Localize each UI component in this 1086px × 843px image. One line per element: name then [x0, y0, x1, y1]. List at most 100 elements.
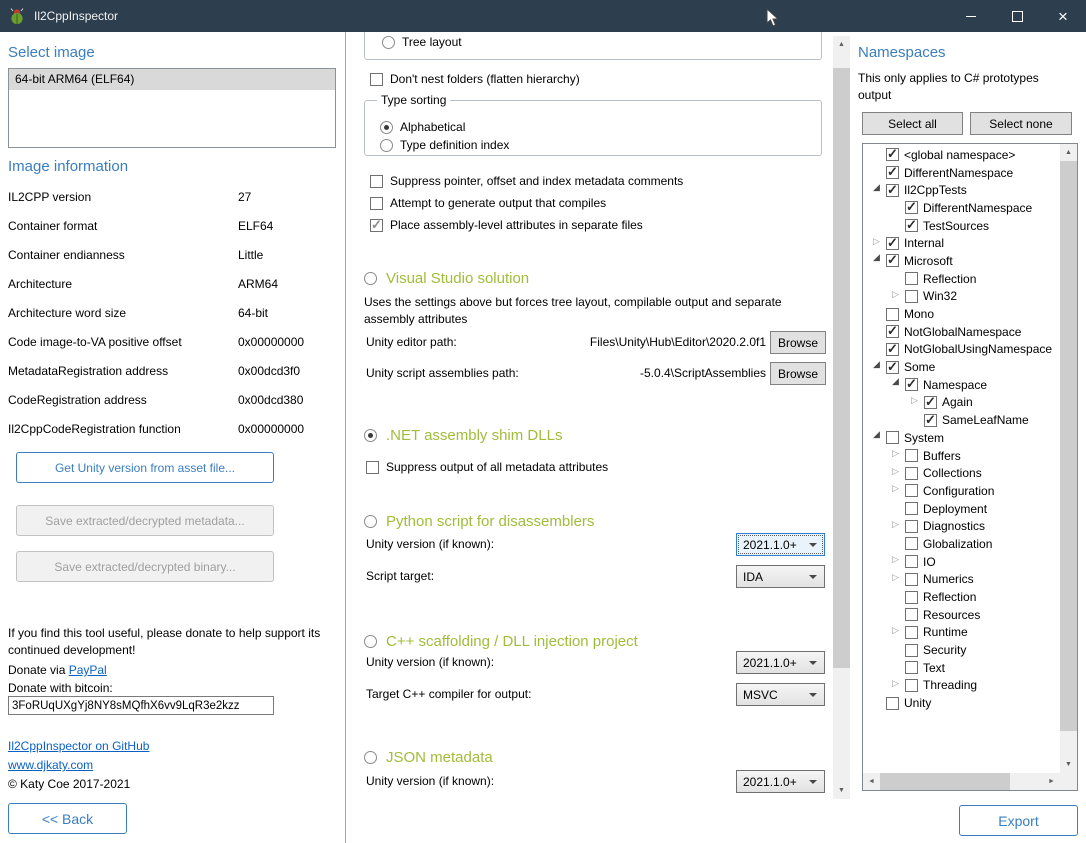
collapsed-expander-icon[interactable]: [872, 237, 886, 250]
namespace-checkbox[interactable]: [905, 661, 918, 674]
json-metadata-radio-row[interactable]: JSON metadata: [364, 749, 493, 766]
tree-item-runtime[interactable]: Runtime: [864, 624, 1059, 642]
scroll-right-icon[interactable]: [1043, 773, 1060, 790]
expanded-expander-icon[interactable]: [872, 361, 886, 374]
browse-editor-path-button[interactable]: Browse: [770, 331, 826, 354]
compilable-output-checkbox-row[interactable]: Attempt to generate output that compiles: [370, 196, 606, 210]
checkbox-icon[interactable]: [370, 73, 383, 86]
tree-item-win32[interactable]: Win32: [864, 288, 1059, 306]
collapsed-expander-icon[interactable]: [891, 679, 905, 692]
namespace-checkbox[interactable]: [886, 343, 899, 356]
bitcoin-address-input[interactable]: [8, 696, 274, 715]
paypal-link[interactable]: PayPal: [69, 663, 107, 677]
namespace-checkbox[interactable]: [886, 697, 899, 710]
tree-item-text[interactable]: Text: [864, 659, 1059, 677]
radio-icon[interactable]: [380, 121, 393, 134]
tree-item-collections[interactable]: Collections: [864, 464, 1059, 482]
collapsed-expander-icon[interactable]: [891, 467, 905, 480]
unity-version-combo[interactable]: 2021.1.0+: [736, 770, 825, 793]
namespace-checkbox[interactable]: [905, 644, 918, 657]
radio-icon[interactable]: [364, 272, 377, 285]
namespace-checkbox[interactable]: [924, 414, 937, 427]
scroll-up-icon[interactable]: [1060, 144, 1077, 161]
scroll-left-icon[interactable]: [863, 773, 880, 790]
back-button[interactable]: << Back: [8, 803, 127, 834]
tree-item-reflection[interactable]: Reflection: [864, 588, 1059, 606]
collapsed-expander-icon[interactable]: [891, 520, 905, 533]
tree-item-io[interactable]: IO: [864, 553, 1059, 571]
scroll-down-icon[interactable]: [833, 782, 850, 799]
center-scrollbar[interactable]: [833, 36, 850, 799]
select-none-button[interactable]: Select none: [970, 112, 1072, 135]
namespace-checkbox[interactable]: [905, 272, 918, 285]
shim-dlls-radio-row[interactable]: .NET assembly shim DLLs: [364, 427, 562, 444]
tree-item-again[interactable]: Again: [864, 394, 1059, 412]
checkbox-icon[interactable]: [370, 175, 383, 188]
type-definition-index-radio-row[interactable]: Type definition index: [380, 138, 509, 152]
suppress-metadata-attributes-checkbox-row[interactable]: Suppress output of all metadata attribut…: [366, 460, 608, 474]
tree-item-numerics[interactable]: Numerics: [864, 571, 1059, 589]
namespace-checkbox[interactable]: [905, 201, 918, 214]
namespace-checkbox[interactable]: [905, 378, 918, 391]
namespace-checkbox[interactable]: [886, 166, 899, 179]
maximize-button[interactable]: [994, 0, 1040, 32]
namespace-checkbox[interactable]: [905, 467, 918, 480]
namespace-checkbox[interactable]: [905, 484, 918, 497]
github-link[interactable]: Il2CppInspector on GitHub: [8, 738, 149, 755]
tree-item-namespace[interactable]: Namespace: [864, 376, 1059, 394]
radio-icon[interactable]: [364, 429, 377, 442]
tree-item-global-namespace[interactable]: <global namespace>: [864, 146, 1059, 164]
scrollbar-thumb[interactable]: [1060, 161, 1077, 731]
tree-item-notglobalusingnamespace[interactable]: NotGlobalUsingNamespace: [864, 341, 1059, 359]
namespace-checkbox[interactable]: [905, 679, 918, 692]
tree-item-configuration[interactable]: Configuration: [864, 482, 1059, 500]
scroll-down-icon[interactable]: [1060, 756, 1077, 773]
radio-icon[interactable]: [364, 751, 377, 764]
namespace-checkbox[interactable]: [905, 502, 918, 515]
script-assemblies-path-value[interactable]: -5.0.4\ScriptAssemblies: [556, 362, 766, 385]
tree-item-buffers[interactable]: Buffers: [864, 447, 1059, 465]
unity-version-combo[interactable]: 2021.1.0+: [736, 651, 825, 674]
minimize-button[interactable]: [948, 0, 994, 32]
namespace-checkbox[interactable]: [905, 537, 918, 550]
unity-version-combo[interactable]: 2021.1.0+: [736, 533, 825, 556]
separate-attributes-checkbox-row[interactable]: Place assembly-level attributes in separ…: [370, 218, 643, 232]
radio-icon[interactable]: [364, 515, 377, 528]
collapsed-expander-icon[interactable]: [891, 290, 905, 303]
image-list-item[interactable]: 64-bit ARM64 (ELF64): [9, 69, 335, 90]
namespace-checkbox[interactable]: [886, 254, 899, 267]
radio-icon[interactable]: [380, 139, 393, 152]
tree-item-resources[interactable]: Resources: [864, 606, 1059, 624]
tree-item-security[interactable]: Security: [864, 641, 1059, 659]
tree-item-differentnamespace[interactable]: DifferentNamespace: [864, 199, 1059, 217]
namespace-checkbox[interactable]: [886, 308, 899, 321]
select-all-button[interactable]: Select all: [862, 112, 963, 135]
namespace-checkbox[interactable]: [905, 591, 918, 604]
radio-icon[interactable]: [382, 36, 395, 49]
tree-vertical-scrollbar[interactable]: [1060, 144, 1077, 773]
expanded-expander-icon[interactable]: [872, 254, 886, 267]
namespace-checkbox[interactable]: [886, 431, 899, 444]
expanded-expander-icon[interactable]: [891, 378, 905, 391]
tree-item-sameleafname[interactable]: SameLeafName: [864, 411, 1059, 429]
collapsed-expander-icon[interactable]: [891, 555, 905, 568]
collapsed-expander-icon[interactable]: [891, 484, 905, 497]
namespace-checkbox[interactable]: [905, 520, 918, 533]
expanded-expander-icon[interactable]: [872, 431, 886, 444]
tree-item-threading[interactable]: Threading: [864, 677, 1059, 695]
namespace-checkbox[interactable]: [905, 290, 918, 303]
checkbox-icon[interactable]: [370, 197, 383, 210]
website-link[interactable]: www.djkaty.com: [8, 757, 93, 774]
flatten-hierarchy-checkbox-row[interactable]: Don't nest folders (flatten hierarchy): [370, 72, 580, 86]
tree-item-system[interactable]: System: [864, 429, 1059, 447]
scrollbar-thumb[interactable]: [880, 773, 1010, 790]
namespace-checkbox[interactable]: [886, 325, 899, 338]
expanded-expander-icon[interactable]: [872, 184, 886, 197]
close-button[interactable]: [1040, 0, 1086, 32]
collapsed-expander-icon[interactable]: [891, 573, 905, 586]
namespace-checkbox[interactable]: [905, 608, 918, 621]
unity-editor-path-value[interactable]: Files\Unity\Hub\Editor\2020.2.0f1: [556, 331, 766, 354]
checkbox-icon[interactable]: [370, 219, 383, 232]
alphabetical-radio-row[interactable]: Alphabetical: [380, 120, 465, 134]
collapsed-expander-icon[interactable]: [891, 449, 905, 462]
